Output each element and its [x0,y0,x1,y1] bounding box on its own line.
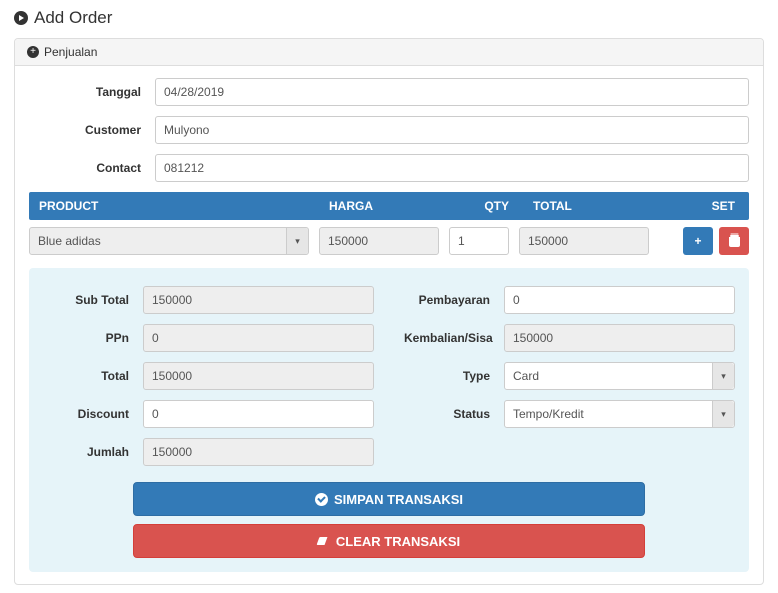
input-customer[interactable] [155,116,749,144]
label-pembayaran: Pembayaran [404,293,504,307]
chevron-down-icon: ▾ [712,401,734,427]
trash-icon [729,235,740,247]
play-circle-icon [14,11,28,25]
row-customer: Customer [29,116,749,144]
input-qty[interactable] [449,227,509,255]
input-tanggal[interactable] [155,78,749,106]
table-row: ▾ [29,220,749,262]
row-contact: Contact [29,154,749,182]
product-select-value[interactable] [29,227,309,255]
check-circle-icon [315,493,328,506]
chevron-down-icon: ▾ [712,363,734,389]
status-select[interactable]: ▾ [504,400,735,428]
panel-heading-text: Penjualan [44,45,97,59]
summary-panel: Sub Total PPn Total Discount Jumlah Pemb… [29,268,749,572]
status-select-value[interactable] [504,400,735,428]
input-total2[interactable] [143,362,374,390]
page-title-text: Add Order [34,8,112,28]
th-qty: QTY [449,199,519,213]
product-table-header: PRODUCT HARGA QTY TOTAL SET [29,192,749,220]
product-select[interactable]: ▾ [29,227,309,255]
panel-heading: + Penjualan [15,39,763,66]
label-kembalian: Kembalian/Sisa [404,331,504,345]
type-select-value[interactable] [504,362,735,390]
label-jumlah: Jumlah [43,445,143,459]
input-total[interactable] [519,227,649,255]
input-pembayaran[interactable] [504,286,735,314]
label-total: Total [43,369,143,383]
delete-row-button[interactable] [719,227,749,255]
input-jumlah[interactable] [143,438,374,466]
th-product: PRODUCT [39,199,319,213]
simpan-label: SIMPAN TRANSAKSI [334,492,463,507]
row-tanggal: Tanggal [29,78,749,106]
plus-circle-icon: + [27,46,39,58]
clear-label: CLEAR TRANSAKSI [336,534,460,549]
label-type: Type [404,369,504,383]
order-panel: + Penjualan Tanggal Customer Contact PRO… [14,38,764,585]
label-contact: Contact [29,161,155,175]
add-row-button[interactable] [683,227,713,255]
eraser-icon [316,537,331,545]
input-harga[interactable] [319,227,439,255]
th-harga: HARGA [319,199,449,213]
label-tanggal: Tanggal [29,85,155,99]
label-customer: Customer [29,123,155,137]
label-discount: Discount [43,407,143,421]
input-discount[interactable] [143,400,374,428]
input-ppn[interactable] [143,324,374,352]
type-select[interactable]: ▾ [504,362,735,390]
th-total: TOTAL [519,199,649,213]
plus-icon [694,234,701,248]
clear-button[interactable]: CLEAR TRANSAKSI [133,524,645,558]
simpan-button[interactable]: SIMPAN TRANSAKSI [133,482,645,516]
page-title: Add Order [14,8,764,28]
th-set: SET [649,199,739,213]
chevron-down-icon: ▾ [286,228,308,254]
label-ppn: PPn [43,331,143,345]
input-subtotal[interactable] [143,286,374,314]
label-status: Status [404,407,504,421]
label-subtotal: Sub Total [43,293,143,307]
input-kembalian[interactable] [504,324,735,352]
input-contact[interactable] [155,154,749,182]
